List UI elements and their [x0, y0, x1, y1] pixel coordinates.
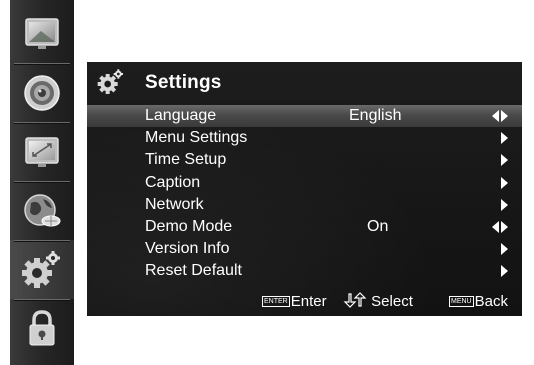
panel-header: Settings [87, 62, 522, 100]
footer-hints: ENTER Enter Select MENU Back [87, 291, 522, 313]
sidebar-item-lock[interactable] [10, 299, 74, 358]
menu-item-reset-default[interactable]: Reset Default [87, 260, 522, 282]
enter-key-icon: ENTER [262, 295, 290, 307]
settings-gear-icon [97, 69, 123, 94]
menu-item-label: Network [145, 195, 204, 213]
back-hint: MENU Back [449, 291, 508, 313]
sidebar [10, 0, 74, 365]
sidebar-item-screen[interactable] [10, 122, 74, 181]
settings-gear-icon [22, 250, 60, 288]
select-hint: Select [343, 291, 413, 313]
menu-item-caption[interactable]: Caption [87, 172, 522, 194]
menu-item-value: English [349, 107, 402, 124]
settings-menu: Language English Menu Settings Time Setup Ca… [87, 105, 522, 283]
right-arrow-icon [492, 149, 508, 171]
sidebar-item-settings[interactable] [10, 240, 74, 299]
right-arrow-icon [492, 238, 508, 260]
left-right-arrow-icon [492, 216, 508, 238]
menu-item-label: Time Setup [145, 151, 227, 169]
right-arrow-icon [492, 260, 508, 282]
globe-network-icon [24, 193, 61, 226]
right-arrow-icon [492, 194, 508, 216]
select-hint-label: Select [371, 293, 413, 310]
enter-hint-label: Enter [290, 293, 327, 310]
left-right-arrow-icon [492, 105, 508, 127]
picture-icon [25, 17, 59, 49]
menu-item-demo-mode[interactable]: Demo Mode On [87, 216, 522, 238]
menu-item-network[interactable]: Network [87, 194, 522, 216]
settings-panel: Settings Language English Menu Settings Tim… [87, 62, 522, 316]
sidebar-item-sound[interactable] [10, 63, 74, 122]
right-arrow-icon [492, 172, 508, 194]
menu-item-menu-settings[interactable]: Menu Settings [87, 127, 522, 149]
menu-item-language[interactable]: Language English [87, 105, 522, 128]
page-title: Settings [145, 72, 222, 93]
lock-icon [29, 309, 55, 345]
sidebar-item-picture[interactable] [10, 4, 74, 63]
up-down-arrows-icon [343, 292, 367, 308]
screen-adjust-icon [25, 136, 59, 167]
menu-item-label: Menu Settings [145, 129, 248, 147]
sound-speaker-icon [24, 74, 60, 111]
menu-item-value: On [367, 217, 389, 235]
menu-item-label: Caption [145, 173, 201, 191]
menu-item-version-info[interactable]: Version Info [87, 238, 522, 260]
menu-item-label: Version Info [145, 240, 230, 258]
menu-item-label: Demo Mode [145, 217, 233, 235]
back-hint-label: Back [474, 293, 508, 310]
menu-item-label: Language [145, 107, 217, 124]
menu-item-time-setup[interactable]: Time Setup [87, 149, 522, 171]
enter-hint: ENTER Enter [262, 291, 327, 313]
sidebar-item-network[interactable] [10, 181, 74, 240]
menu-item-label: Reset Default [145, 262, 242, 280]
menu-key-icon: MENU [449, 295, 474, 307]
right-arrow-icon [492, 127, 508, 149]
